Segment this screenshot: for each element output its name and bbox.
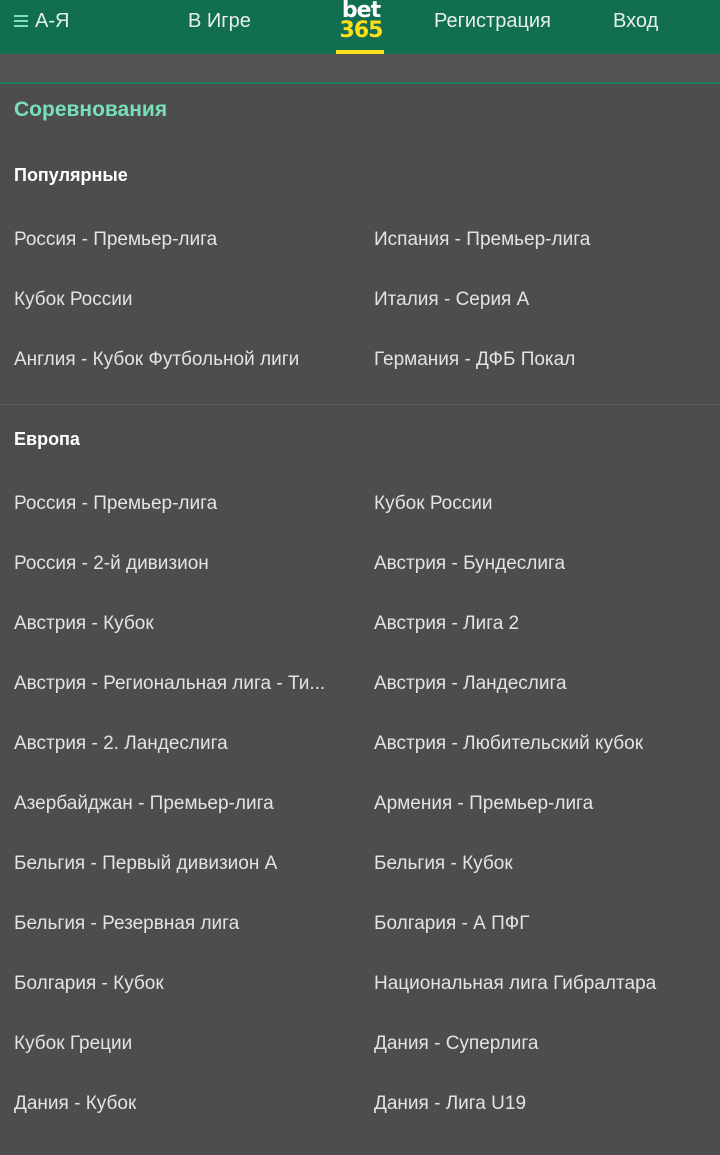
competition-link[interactable]: Испания - Премьер-лига [374, 229, 704, 251]
competition-link[interactable]: Италия - Серия А [374, 289, 704, 311]
az-label: А-Я [35, 10, 70, 32]
header-shadow [0, 54, 720, 82]
competition-link[interactable]: Австрия - Кубок [14, 613, 344, 635]
page-title: Соревнования [14, 98, 168, 121]
competition-link[interactable]: Бельгия - Резервная лига [14, 913, 344, 935]
competition-link[interactable]: Кубок России [14, 289, 344, 311]
competition-link[interactable]: Армения - Премьер-лига [374, 793, 704, 815]
login-link[interactable]: Вход [613, 0, 658, 44]
group-title-europe: Европа [14, 429, 80, 449]
competition-link[interactable]: Австрия - Бундеслига [374, 553, 704, 575]
competition-link[interactable]: Дания - Лига U19 [374, 1093, 704, 1115]
logo-text-bottom: 365 [339, 18, 384, 43]
competition-link[interactable]: Национальная лига Гибралтара [374, 973, 704, 995]
competition-link[interactable]: Бельгия - Кубок [374, 853, 704, 875]
competition-link[interactable]: Бельгия - Первый дивизион А [14, 853, 344, 875]
competition-link[interactable]: Кубок России [374, 493, 704, 515]
competition-link[interactable]: Болгария - А ПФГ [374, 913, 704, 935]
competition-link[interactable]: Россия - Премьер-лига [14, 229, 344, 251]
bet365-logo[interactable]: bet 365 [336, 0, 386, 54]
group-title-popular: Популярные [14, 165, 128, 185]
group-divider [0, 404, 720, 405]
competition-link[interactable]: Австрия - 2. Ландеслига [14, 733, 344, 755]
competition-link[interactable]: Дания - Кубок [14, 1093, 344, 1115]
top-navigation-bar: А-Я В Игре bet 365 Регистрация Вход [0, 0, 720, 54]
competition-link[interactable]: Россия - 2-й дивизион [14, 553, 344, 575]
competition-link[interactable]: Германия - ДФБ Покал [374, 349, 704, 371]
competition-link[interactable]: Кубок Греции [14, 1033, 344, 1055]
competition-link[interactable]: Австрия - Лига 2 [374, 613, 704, 635]
competition-link[interactable]: Азербайджан - Премьер-лига [14, 793, 344, 815]
competition-link[interactable]: Австрия - Ландеслига [374, 673, 704, 695]
competition-link[interactable]: Австрия - Любительский кубок [374, 733, 704, 755]
competition-link[interactable]: Россия - Премьер-лига [14, 493, 344, 515]
menu-icon [14, 15, 28, 27]
competition-link[interactable]: Болгария - Кубок [14, 973, 344, 995]
competition-link[interactable]: Австрия - Региональная лига - Ти... [14, 673, 344, 695]
inplay-link[interactable]: В Игре [188, 0, 251, 44]
competition-link[interactable]: Дания - Суперлига [374, 1033, 704, 1055]
az-menu-button[interactable]: А-Я [14, 0, 69, 44]
competition-link[interactable]: Англия - Кубок Футбольной лиги [14, 349, 344, 371]
section-divider [0, 82, 720, 84]
register-link[interactable]: Регистрация [434, 0, 551, 44]
